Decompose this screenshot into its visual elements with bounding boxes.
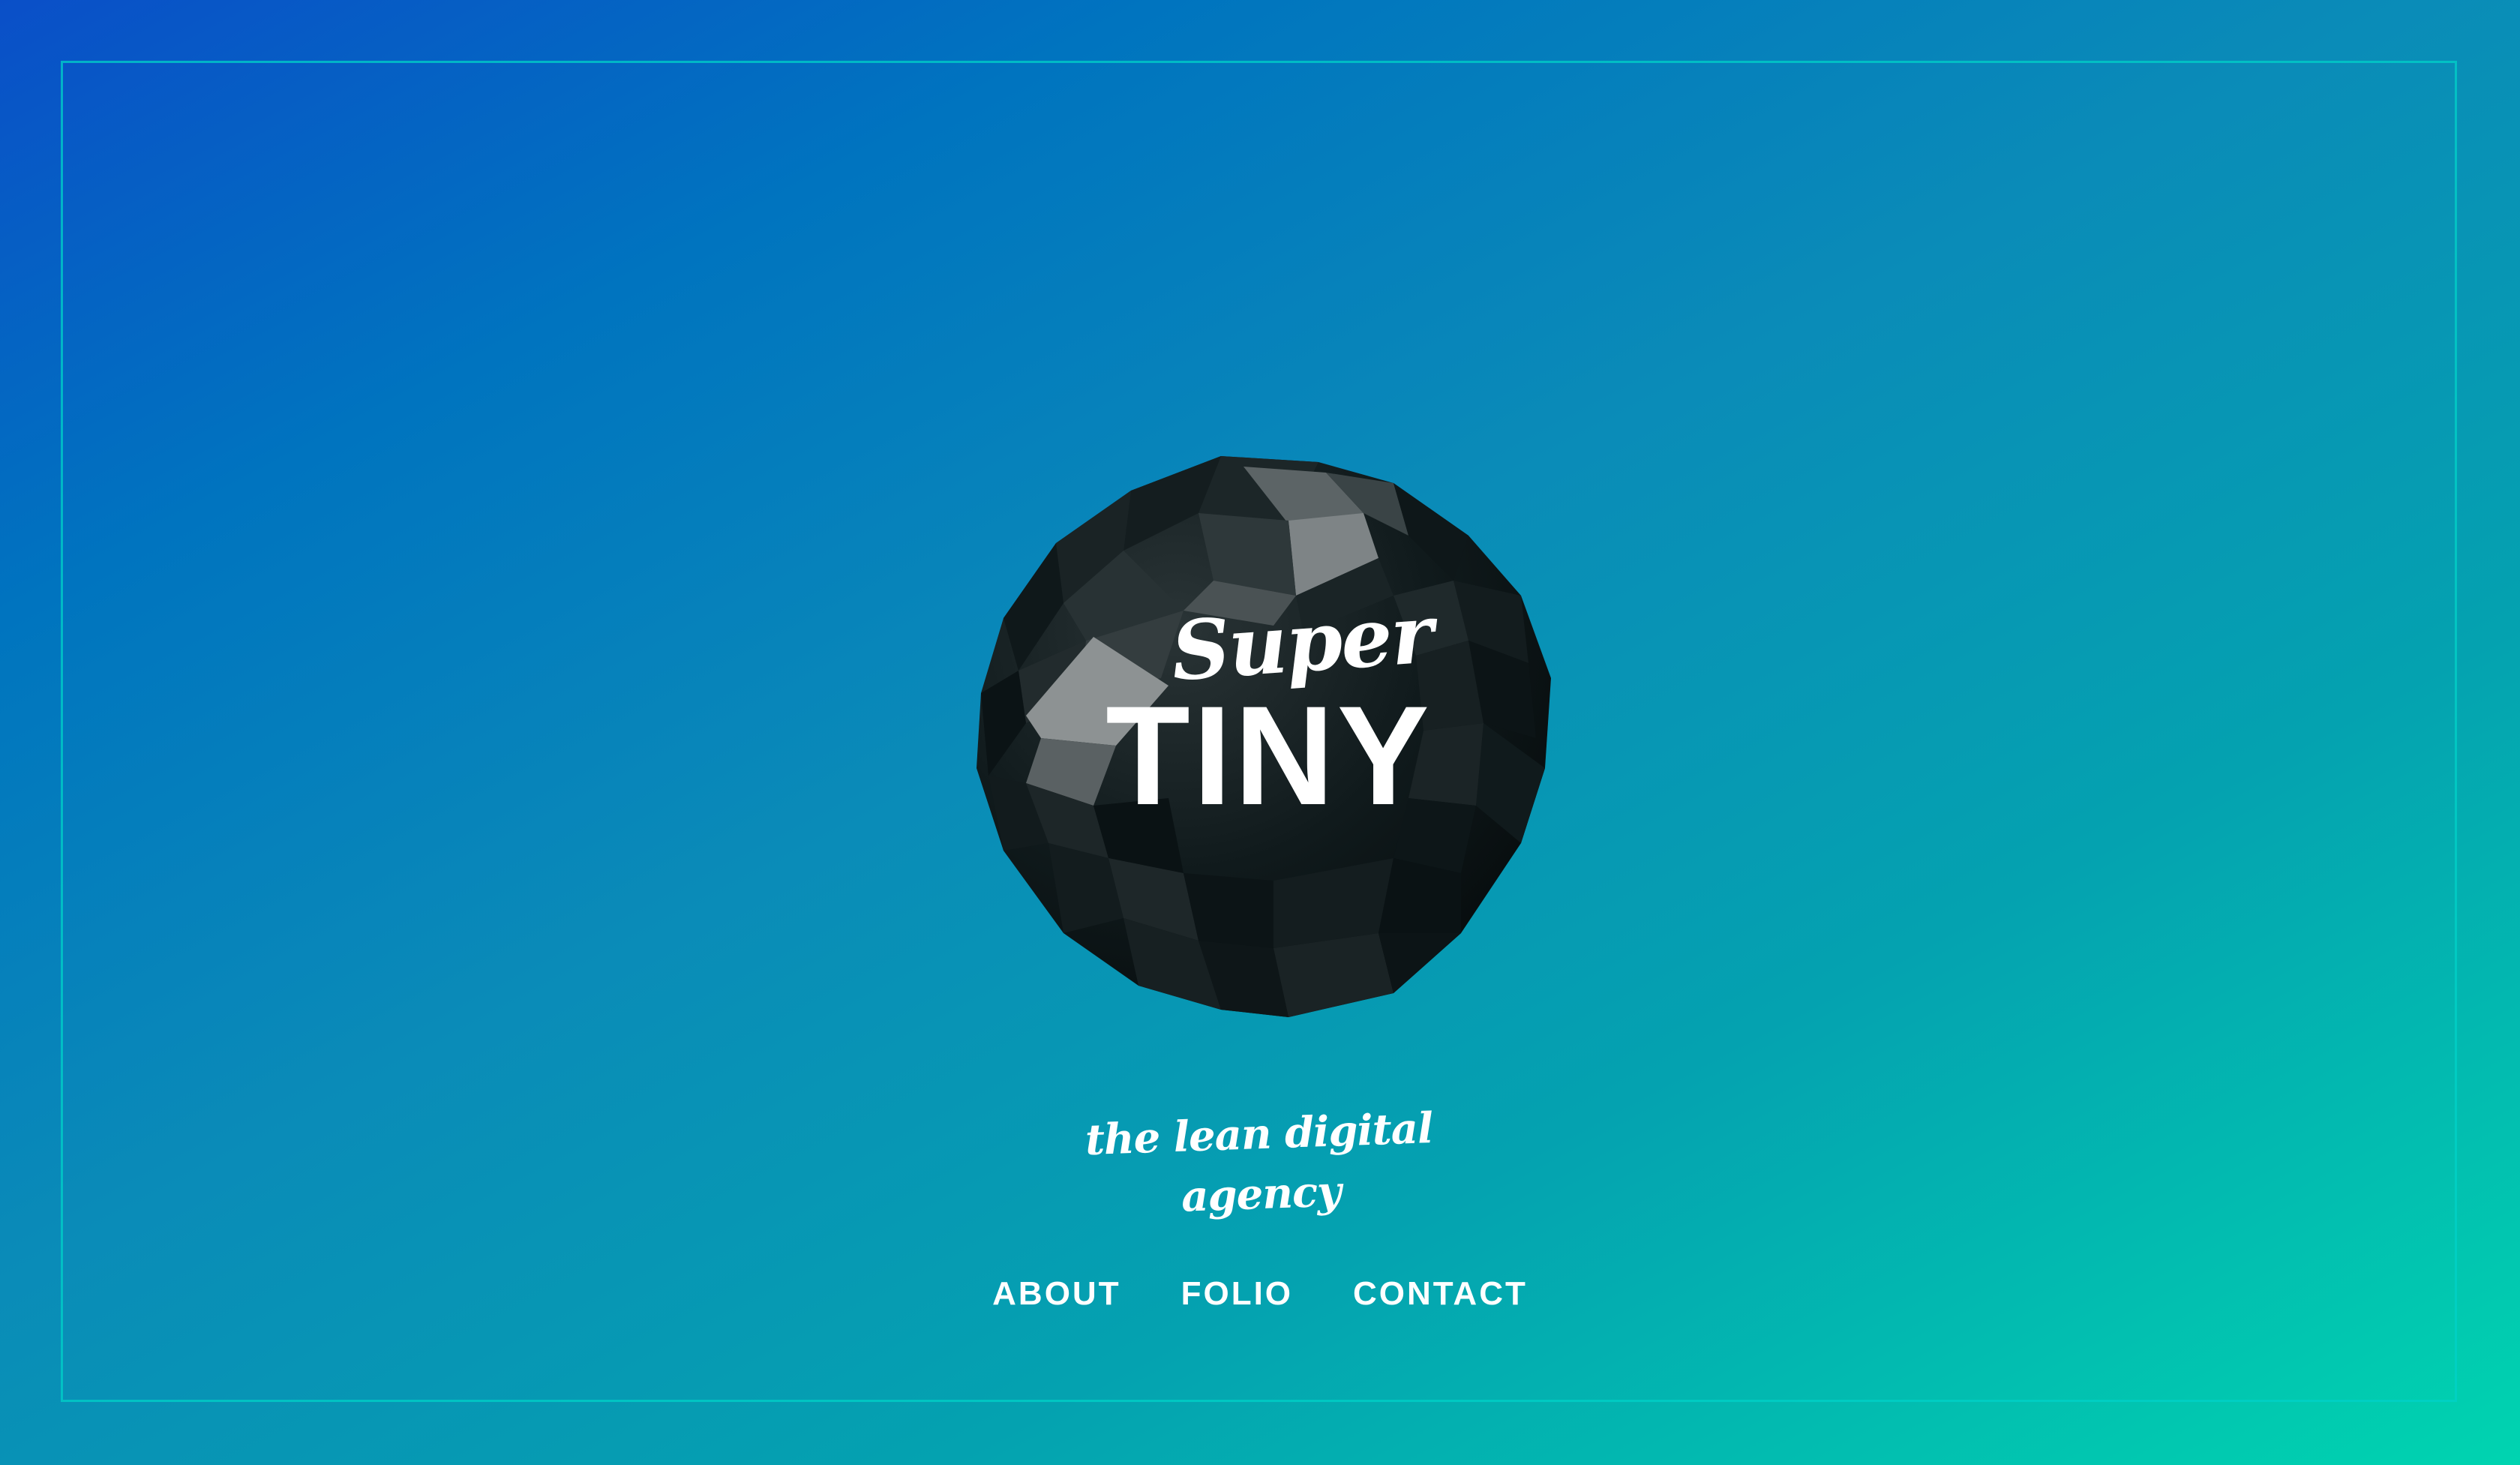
nav-contact-link[interactable]: CONTACT <box>1353 1275 1528 1313</box>
nav-folio-link[interactable]: FOLIO <box>1181 1275 1293 1313</box>
nav-about-link[interactable]: ABOUT <box>992 1275 1120 1313</box>
logo-tiny-text: TINY <box>1106 677 1432 834</box>
main-nav: ABOUT FOLIO CONTACT <box>992 1268 1526 1320</box>
tagline: the lean digital agency <box>1084 1103 1434 1222</box>
page: Super TINY the lean digital agency ABOUT… <box>0 0 2520 1465</box>
